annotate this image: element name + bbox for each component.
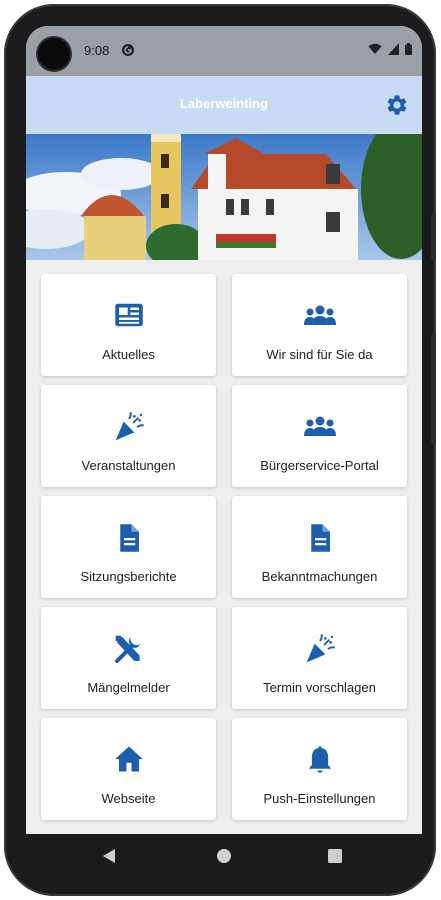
front-camera bbox=[38, 38, 70, 70]
tile-sitzungsberichte[interactable]: Sitzungsberichte bbox=[41, 496, 216, 598]
volume-button bbox=[431, 214, 436, 260]
signal-icon bbox=[388, 43, 399, 55]
tile-label: Veranstaltungen bbox=[81, 458, 176, 473]
home-circle-icon[interactable] bbox=[216, 848, 232, 864]
tile-label: Aktuelles bbox=[102, 347, 155, 362]
app-title: Laberweinting bbox=[179, 96, 269, 111]
tile-termin-vorschlagen[interactable]: Termin vorschlagen bbox=[232, 607, 407, 709]
power-button bbox=[431, 334, 436, 444]
tile-label: Mängelmelder bbox=[87, 680, 170, 695]
tile-webseite[interactable]: Webseite bbox=[41, 718, 216, 820]
status-bar: 9:08 bbox=[26, 26, 422, 76]
google-notification-icon bbox=[122, 44, 134, 56]
system-nav-bar bbox=[8, 834, 440, 880]
status-icons bbox=[368, 43, 412, 55]
newspaper-icon bbox=[114, 303, 143, 327]
tile-label: Webseite bbox=[101, 791, 156, 806]
document-icon bbox=[119, 524, 139, 552]
party-popper-icon bbox=[115, 411, 144, 441]
town-hero-image bbox=[26, 134, 422, 260]
tile-label: Bürgerservice-Portal bbox=[260, 458, 379, 473]
status-time: 9:08 bbox=[84, 43, 110, 58]
home-icon bbox=[114, 746, 143, 772]
people-group-icon bbox=[303, 416, 336, 436]
tile-aktuelles[interactable]: Aktuelles bbox=[41, 274, 216, 376]
people-group-icon bbox=[303, 305, 336, 325]
document-icon bbox=[310, 524, 330, 552]
app-bar: Laberweinting bbox=[26, 76, 422, 134]
screen: 9:08 Laberweinting Aktuelles Wir sind fü… bbox=[26, 26, 422, 834]
tile-veranstaltungen[interactable]: Veranstaltungen bbox=[41, 385, 216, 487]
tile-label: Bekanntmachungen bbox=[261, 569, 378, 584]
back-triangle-icon[interactable] bbox=[102, 848, 116, 864]
tile-label: Termin vorschlagen bbox=[263, 680, 376, 695]
tile-wir-sind-fuer-sie-da[interactable]: Wir sind für Sie da bbox=[232, 274, 407, 376]
tile-label: Push-Einstellungen bbox=[263, 791, 376, 806]
tile-label: Wir sind für Sie da bbox=[266, 347, 373, 362]
tile-bekanntmachungen[interactable]: Bekanntmachungen bbox=[232, 496, 407, 598]
tile-buergerservice-portal[interactable]: Bürgerservice-Portal bbox=[232, 385, 407, 487]
party-popper-icon bbox=[306, 633, 335, 663]
wifi-icon bbox=[368, 43, 382, 54]
tile-label: Sitzungsberichte bbox=[80, 569, 177, 584]
gear-icon[interactable] bbox=[385, 93, 409, 117]
phone-frame: 9:08 Laberweinting Aktuelles Wir sind fü… bbox=[4, 4, 436, 896]
tile-push-einstellungen[interactable]: Push-Einstellungen bbox=[232, 718, 407, 820]
bell-icon bbox=[308, 746, 331, 773]
tools-icon bbox=[114, 635, 141, 663]
recents-square-icon[interactable] bbox=[328, 849, 342, 863]
tile-maengelmelder[interactable]: Mängelmelder bbox=[41, 607, 216, 709]
battery-icon bbox=[405, 43, 412, 55]
